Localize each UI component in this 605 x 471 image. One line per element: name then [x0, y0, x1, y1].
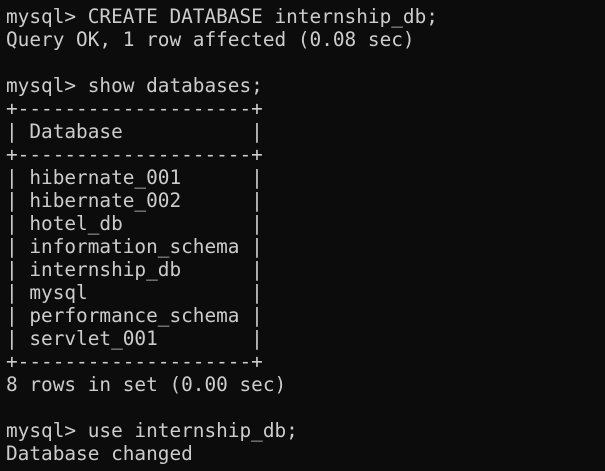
table-row: | hibernate_001 | — [6, 166, 263, 189]
use-database-command: mysql> use internship_db; — [6, 419, 298, 442]
table-header-border: +--------------------+ — [6, 143, 263, 166]
table-row: | performance_schema | — [6, 304, 263, 327]
show-databases-command: mysql> show databases; — [6, 74, 263, 97]
table-row: | information_schema | — [6, 235, 263, 258]
table-bottom-border: +--------------------+ — [6, 350, 263, 373]
table-row: | mysql | — [6, 281, 263, 304]
show-databases-result: 8 rows in set (0.00 sec) — [6, 373, 287, 396]
table-row: | servlet_001 | — [6, 327, 263, 350]
table-header: | Database | — [6, 120, 263, 143]
table-row: | internship_db | — [6, 258, 263, 281]
terminal-window[interactable]: mysql> CREATE DATABASE internship_db; Qu… — [0, 0, 605, 471]
table-row: | hotel_db | — [6, 212, 263, 235]
use-database-result: Database changed — [6, 442, 193, 465]
create-database-command: mysql> CREATE DATABASE internship_db; — [6, 5, 438, 28]
table-row: | hibernate_002 | — [6, 189, 263, 212]
table-top-border: +--------------------+ — [6, 97, 263, 120]
create-database-result: Query OK, 1 row affected (0.08 sec) — [6, 28, 415, 51]
